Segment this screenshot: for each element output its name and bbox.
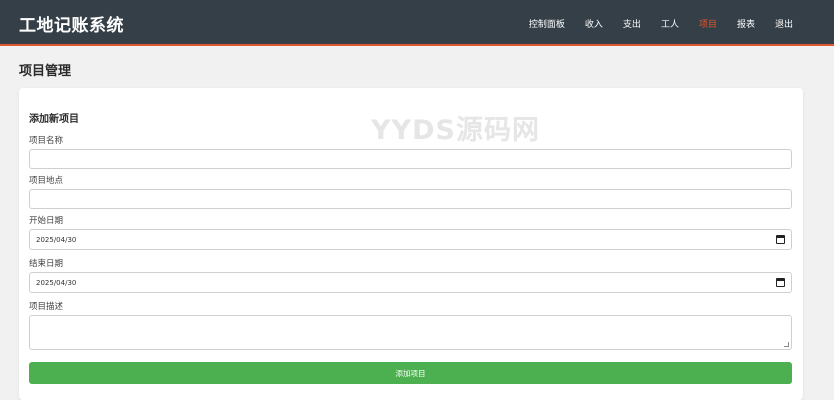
form-title: 添加新项目 [29, 114, 79, 125]
top-navbar: 工地记账系统 控制面板 收入 支出 工人 项目 报表 退出 [0, 0, 834, 46]
calendar-icon[interactable] [776, 278, 785, 287]
nav-item-projects[interactable]: 项目 [699, 17, 717, 30]
nav-item-workers[interactable]: 工人 [661, 17, 679, 30]
end-date-value: 2025/04/30 [36, 278, 77, 287]
nav-item-income[interactable]: 收入 [585, 17, 603, 30]
end-date-input[interactable]: 2025/04/30 [29, 272, 792, 293]
resize-handle-icon[interactable] [784, 342, 789, 347]
project-location-input[interactable] [29, 189, 792, 209]
project-description-label: 项目描述 [29, 302, 64, 312]
nav-item-dashboard[interactable]: 控制面板 [529, 17, 565, 30]
add-project-button[interactable]: 添加项目 [29, 362, 792, 384]
add-project-card: 添加新项目 项目名称 项目地点 开始日期 2025/04/30 结束日期 202… [19, 88, 803, 400]
project-location-label: 项目地点 [29, 176, 64, 186]
main-nav: 控制面板 收入 支出 工人 项目 报表 退出 [529, 0, 793, 46]
start-date-value: 2025/04/30 [36, 235, 77, 244]
start-date-label: 开始日期 [29, 216, 64, 226]
calendar-icon[interactable] [776, 235, 785, 244]
project-description-textarea[interactable] [29, 315, 792, 350]
project-name-label: 项目名称 [29, 136, 64, 146]
end-date-label: 结束日期 [29, 259, 64, 269]
start-date-input[interactable]: 2025/04/30 [29, 229, 792, 250]
project-name-input[interactable] [29, 149, 792, 169]
nav-item-expense[interactable]: 支出 [623, 17, 641, 30]
app-title: 工地记账系统 [19, 16, 124, 36]
nav-item-reports[interactable]: 报表 [737, 17, 755, 30]
page-title: 项目管理 [19, 64, 72, 79]
nav-item-logout[interactable]: 退出 [775, 17, 793, 30]
